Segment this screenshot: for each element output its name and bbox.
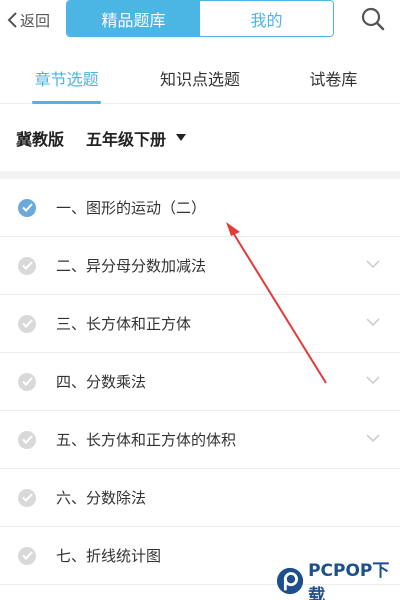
tab-bar: 章节选题 知识点选题 试卷库 [0, 52, 400, 104]
filter-bar: 冀教版 五年级下册 [0, 105, 400, 171]
tab-chapter-select[interactable]: 章节选题 [0, 52, 133, 104]
grade-selector[interactable]: 五年级下册 [86, 126, 166, 150]
check-circle-icon [18, 488, 36, 507]
watermark: PCPOP下载 [276, 561, 400, 600]
segmented-control: 精品题库 我的 [66, 0, 334, 37]
back-label: 返回 [20, 11, 51, 30]
chapter-label: 三、长方体和正方体 [56, 315, 192, 333]
watermark-text: PCPOP下载 [308, 561, 390, 600]
chapter-row[interactable]: 二、异分母分数加减法 [0, 237, 400, 295]
search-icon[interactable] [360, 6, 386, 32]
check-circle-icon [18, 546, 36, 565]
check-circle-icon [18, 256, 36, 275]
section-divider [0, 171, 400, 179]
chapter-row[interactable]: 四、分数乘法 [0, 353, 400, 411]
chapter-label: 四、分数乘法 [56, 373, 147, 391]
chapter-label: 二、异分母分数加减法 [56, 257, 207, 275]
chapter-label: 六、分数除法 [56, 489, 147, 507]
back-button[interactable]: 返回 [6, 8, 50, 32]
chapter-label: 五、长方体和正方体的体积 [56, 431, 237, 449]
chapter-label: 一、图形的运动（二） [56, 199, 207, 217]
chapter-list: 一、图形的运动（二） 二、异分母分数加减法 三、长方体和正方体 四、分数乘法五、长方体… [0, 179, 400, 585]
chevron-down-icon[interactable] [366, 259, 380, 269]
check-circle-icon [18, 372, 36, 391]
chevron-down-icon[interactable] [366, 433, 380, 443]
chapter-row[interactable]: 一、图形的运动（二） [0, 179, 400, 237]
top-bar: 返回 精品题库 我的 [0, 0, 400, 44]
chapter-row[interactable]: 五、长方体和正方体的体积 [0, 411, 400, 469]
pcpop-logo-icon [276, 567, 304, 595]
caret-down-icon[interactable] [176, 134, 187, 142]
segment-mine[interactable]: 我的 [200, 1, 333, 36]
segment-premium-bank[interactable]: 精品题库 [67, 1, 200, 36]
chapter-label: 七、折线统计图 [56, 547, 162, 565]
chapter-row[interactable]: 三、长方体和正方体 [0, 295, 400, 353]
check-circle-icon [18, 198, 36, 217]
chevron-down-icon[interactable] [366, 317, 380, 327]
tab-paper-library[interactable]: 试卷库 [267, 52, 400, 103]
check-circle-icon [18, 430, 36, 449]
chapter-row[interactable]: 六、分数除法 [0, 469, 400, 527]
chevron-left-icon [7, 12, 17, 28]
tab-knowledge-select[interactable]: 知识点选题 [133, 52, 266, 103]
check-circle-icon [18, 314, 36, 333]
chevron-down-icon[interactable] [366, 375, 380, 385]
edition-selector[interactable]: 冀教版 [16, 126, 64, 150]
